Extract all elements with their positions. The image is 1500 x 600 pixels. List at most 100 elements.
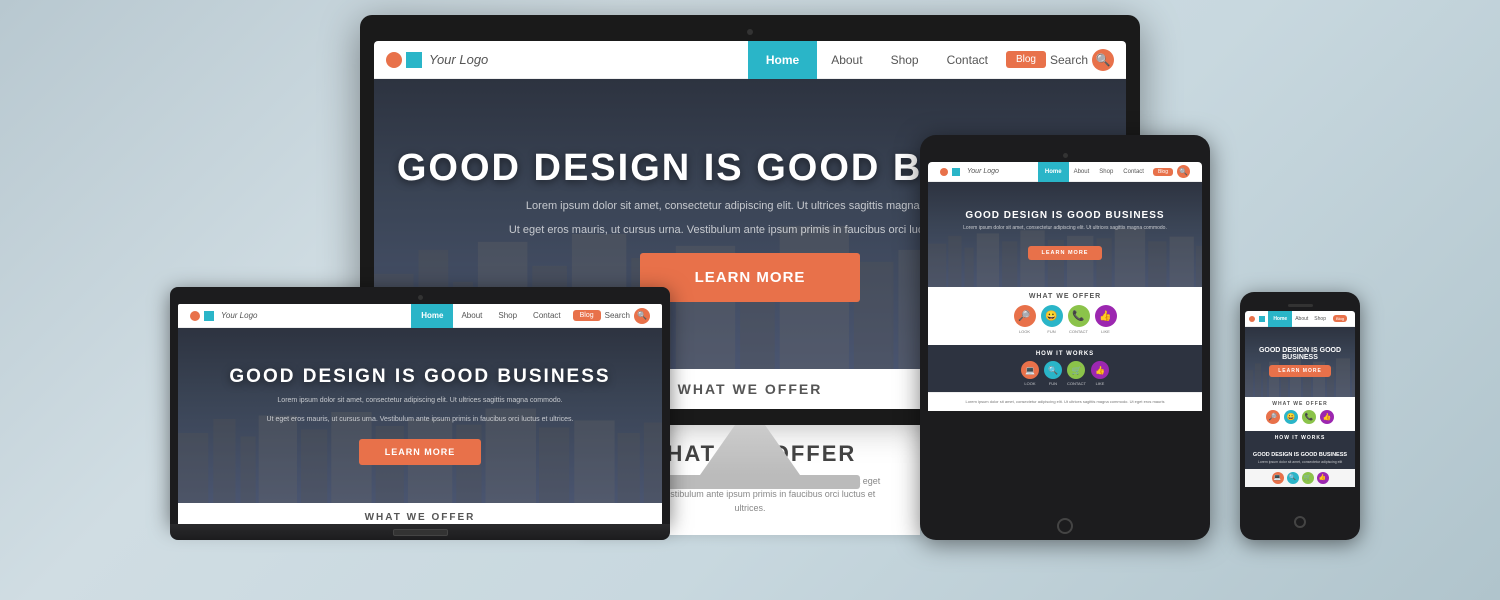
website-navbar: Your Logo Home About Shop Contact Blog S… [374, 41, 1126, 79]
phone-speaker-icon [1288, 304, 1313, 307]
laptop-screen: Your Logo Home About Shop Contact Blog S… [178, 304, 662, 524]
logo-circle-icon [386, 52, 402, 68]
laptop-nav-about[interactable]: About [453, 304, 490, 328]
tablet-search-button[interactable]: 🔍 [1177, 165, 1190, 178]
tablet-learn-more-button[interactable]: LEARN MORE [1028, 246, 1103, 260]
nav-search-area: Search 🔍 [1050, 49, 1114, 71]
tablet-how-icons: 💻 LOOK 🔍 FUN 🛒 CONTACT 👍 [934, 361, 1196, 386]
phone-logo-square-icon [1259, 316, 1265, 322]
phone-home-button[interactable] [1294, 516, 1306, 528]
phone-nav-shop[interactable]: Shop [1311, 311, 1329, 327]
laptop-offer-section: WHAT WE OFFER [178, 503, 662, 524]
tablet-home-button[interactable] [1057, 518, 1073, 534]
laptop-nav-shop[interactable]: Shop [490, 304, 525, 328]
laptop-keyboard [170, 524, 670, 540]
phone-logo-circle-icon [1249, 316, 1255, 322]
phone-bottom-icon-2: 🔍 [1287, 472, 1299, 484]
tablet-how-title: HOW IT WORKS [934, 351, 1196, 357]
tablet-offer-section: WHAT WE OFFER 🔎 LOOK 😀 FUN 📞 CONTACT [928, 287, 1202, 345]
nav-about-link[interactable]: About [817, 41, 876, 79]
how-contact-label: CONTACT [1067, 381, 1086, 386]
laptop-offer-title: WHAT WE OFFER [365, 512, 476, 523]
contact-label: CONTACT [1069, 329, 1088, 334]
what-we-offer-title-partial: WHAT WE OFFER [678, 381, 823, 397]
camera-dot [747, 29, 753, 35]
hero-subtitle-line2: Ut eget eros mauris, ut cursus urna. Ves… [509, 222, 991, 239]
phone-hero2-title: GOOD DESIGN IS GOOD BUSINESS [1249, 452, 1351, 458]
phone-nav-home[interactable]: Home [1268, 311, 1292, 327]
phone-how-section: HOW IT WORKS [1245, 431, 1355, 448]
how-look-label: LOOK [1024, 381, 1035, 386]
laptop-search-label: Search [605, 311, 630, 320]
stand-foot [640, 475, 860, 489]
tablet-nav-contact[interactable]: Contact [1118, 162, 1149, 182]
how-contact-icon: 🛒 [1067, 361, 1085, 379]
learn-more-button[interactable]: LEARN MORE [640, 253, 861, 302]
tablet-logo-square-icon [952, 168, 960, 176]
phone-bottom-icon-3: 🛒 [1302, 472, 1314, 484]
laptop-camera-icon [418, 295, 423, 300]
laptop-nav-home[interactable]: Home [411, 304, 453, 328]
phone-hero: GOOD DESIGN IS GOOD BUSINESS LEARN MORE [1245, 327, 1355, 397]
tablet-nav-home[interactable]: Home [1038, 162, 1069, 182]
phone-learn-more-button[interactable]: LEARN MORE [1269, 365, 1331, 377]
phone-like-icon: 👍 [1320, 410, 1334, 424]
tablet-nav-blog[interactable]: Blog [1153, 168, 1173, 176]
laptop-navbar: Your Logo Home About Shop Contact Blog S… [178, 304, 662, 328]
tablet-hero-subtitle: Lorem ipsum dolor sit amet, consectetur … [953, 225, 1177, 232]
tablet-testimonial-text: Lorem ipsum dolor sit amet, consectetur … [934, 399, 1196, 405]
laptop-hero: GOOD DESIGN IS GOOD BUSINESS Lorem ipsum… [178, 328, 662, 503]
tablet-nav-shop[interactable]: Shop [1094, 162, 1118, 182]
how-like-label: LIKE [1096, 381, 1105, 386]
laptop-logo: Your Logo [190, 311, 257, 321]
laptop-logo-square-icon [204, 311, 214, 321]
phone-nav-about[interactable]: About [1292, 311, 1311, 327]
tablet-logo: Your Logo [940, 168, 999, 176]
logo-square-icon [406, 52, 422, 68]
how-icon-4: 👍 LIKE [1091, 361, 1109, 386]
nav-home-link[interactable]: Home [748, 41, 817, 79]
phone-nav-blog[interactable]: Blog [1333, 315, 1347, 322]
laptop-nav-contact[interactable]: Contact [525, 304, 569, 328]
how-fun-label: FUN [1049, 381, 1057, 386]
tablet-navbar: Your Logo Home About Shop Contact Blog 🔍 [928, 162, 1202, 182]
scene: Your Logo Home About Shop Contact Blog S… [50, 15, 1450, 585]
search-label: Search [1050, 53, 1088, 67]
phone-contact-icon: 📞 [1302, 410, 1316, 424]
phone-fun-icon: 😀 [1284, 410, 1298, 424]
laptop-search-button[interactable]: 🔍 [634, 308, 650, 324]
phone-logo [1249, 316, 1265, 322]
phone-bottom-icon-1: 💻 [1272, 472, 1284, 484]
laptop-search: Search 🔍 [605, 308, 650, 324]
fun-label: FUN [1047, 329, 1055, 334]
tablet-nav-about[interactable]: About [1069, 162, 1095, 182]
laptop-trackpad [393, 529, 448, 536]
phone-bottom-icons: 💻 🔍 🛒 👍 [1245, 469, 1355, 487]
laptop-learn-more-button[interactable]: LEARN MORE [359, 439, 482, 465]
nav-shop-link[interactable]: Shop [877, 41, 933, 79]
phone-nav-links: Home About Shop Blog [1268, 311, 1351, 327]
laptop: Your Logo Home About Shop Contact Blog S… [170, 287, 670, 540]
tablet-camera-icon [1063, 153, 1068, 158]
phone-hero2-section: GOOD DESIGN IS GOOD BUSINESS Lorem ipsum… [1245, 448, 1355, 469]
laptop-hero-subtitle1: Lorem ipsum dolor sit amet, consectetur … [277, 396, 562, 407]
logo-text: Your Logo [429, 52, 488, 67]
laptop-hero-title: GOOD DESIGN IS GOOD BUSINESS [229, 366, 610, 388]
phone-look-icon: 🔎 [1266, 410, 1280, 424]
search-button[interactable]: 🔍 [1092, 49, 1114, 71]
laptop-nav-blog[interactable]: Blog [573, 310, 601, 321]
tablet-logo-circle-icon [940, 168, 948, 176]
how-like-icon: 👍 [1091, 361, 1109, 379]
how-icon-2: 🔍 FUN [1044, 361, 1062, 386]
phone-frame: Home About Shop Blog [1240, 292, 1360, 540]
laptop-hero-subtitle2: Ut eget eros mauris, ut cursus urna. Ves… [267, 415, 574, 426]
logo-area: Your Logo [386, 52, 488, 68]
nav-blog-link[interactable]: Blog [1006, 51, 1046, 68]
phone-how-title: HOW IT WORKS [1249, 435, 1351, 441]
tablet-testimonial-section: Lorem ipsum dolor sit amet, consectetur … [928, 392, 1202, 411]
tablet-offer-item-3: 📞 CONTACT [1068, 305, 1090, 334]
phone-offer-icons: 🔎 😀 📞 👍 [1249, 407, 1351, 427]
how-icon-3: 🛒 CONTACT [1067, 361, 1086, 386]
nav-contact-link[interactable]: Contact [933, 41, 1002, 79]
tablet-offer-item-4: 👍 LIKE [1095, 305, 1117, 334]
